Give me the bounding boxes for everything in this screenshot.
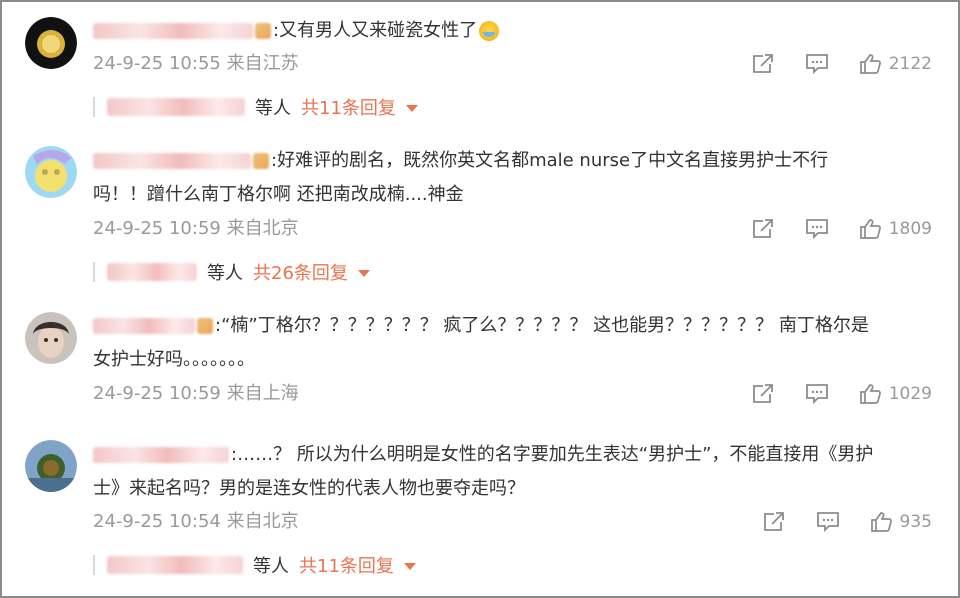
screenshot-frame: [0, 0, 960, 598]
reply-count-link[interactable]: 共26条回复: [253, 259, 348, 285]
reply-username-blurred: [107, 263, 197, 281]
comment-text-line-1: :好难评的剧名，既然你英文名都male nurse了中文名直接男护士不行: [93, 144, 932, 178]
comment-text: :又有男人又来碰瓷女性了: [93, 14, 932, 48]
comment-meta: 24-9-25 10:59 来自上海: [93, 383, 299, 404]
comment-meta: 24-9-25 10:55 来自江苏: [93, 53, 299, 74]
thumbs-up-icon: [859, 54, 881, 74]
comment-actions: 935: [732, 510, 932, 534]
reply-count-link[interactable]: 共11条回复: [299, 552, 394, 578]
like-button[interactable]: 935: [870, 511, 932, 533]
comment-text-line-2: 女护士好吗。。。。。。。: [93, 349, 255, 370]
comment-button[interactable]: [805, 218, 829, 240]
user-badge: [197, 318, 213, 334]
reply-divider: [93, 97, 95, 117]
comment-icon: [805, 54, 828, 75]
avatar[interactable]: [25, 17, 77, 69]
reply-summary[interactable]: 等人 共11条回复: [93, 95, 418, 119]
comment-meta: 24-9-25 10:54 来自北京: [93, 511, 299, 532]
reply-etc-label: 等人: [253, 556, 289, 577]
share-icon: [763, 512, 784, 531]
user-badge: [255, 23, 271, 39]
reply-username-blurred: [107, 556, 243, 574]
reply-divider: [93, 555, 95, 575]
share-button[interactable]: [751, 53, 775, 75]
reply-summary[interactable]: 等人 共26条回复: [93, 260, 370, 284]
comment-icon: [805, 384, 828, 405]
reply-username-blurred: [107, 98, 245, 116]
thumbs-up-icon: [859, 384, 881, 404]
reply-summary[interactable]: 等人 共11条回复: [93, 553, 416, 577]
thumbs-up-icon: [859, 219, 881, 239]
share-button[interactable]: [751, 383, 775, 405]
username-blurred[interactable]: [93, 153, 251, 169]
like-count: 2122: [888, 54, 932, 74]
comment-actions: 1029: [721, 382, 932, 406]
chevron-down-icon[interactable]: [405, 104, 418, 112]
like-count: 1029: [888, 384, 932, 404]
comment-meta: 24-9-25 10:59 来自北京: [93, 218, 299, 239]
comment-actions: 2122: [721, 52, 932, 76]
like-button[interactable]: 1029: [859, 383, 932, 405]
share-icon: [752, 54, 773, 73]
share-button[interactable]: [762, 511, 786, 533]
like-count: 935: [899, 512, 932, 532]
comment-button[interactable]: [816, 511, 840, 533]
username-blurred[interactable]: [93, 23, 253, 39]
thumbs-up-icon: [870, 512, 892, 532]
share-icon: [752, 219, 773, 238]
comment-text-line-1: :“楠”丁格尔？？？？？？？ 疯了么？？？？？ 这也能男？？？？？？ 南丁格尔是: [93, 309, 932, 343]
username-blurred[interactable]: [93, 447, 229, 463]
avatar[interactable]: [25, 440, 77, 492]
share-button[interactable]: [751, 218, 775, 240]
avatar[interactable]: [25, 146, 77, 198]
comment-button[interactable]: [805, 383, 829, 405]
comment-actions: 1809: [721, 217, 932, 241]
username-blurred[interactable]: [93, 318, 195, 334]
comment-icon: [816, 512, 839, 533]
comment-icon: [805, 219, 828, 240]
share-icon: [752, 384, 773, 403]
comment-text-line-1: :……？ 所以为什么明明是女性的名字要加先生表达“男护士”，不能直接用《男护: [93, 438, 932, 472]
comment-text-line-2: 吗！！蹭什么南丁格尔啊 还把南改成楠....神金: [93, 184, 464, 205]
reply-count-link[interactable]: 共11条回复: [301, 94, 396, 120]
like-button[interactable]: 2122: [859, 53, 932, 75]
chevron-down-icon[interactable]: [403, 562, 416, 570]
comment-text-line-2: 士》来起名吗？男的是连女性的代表人物也要夺走吗？: [93, 478, 525, 499]
chevron-down-icon[interactable]: [357, 269, 370, 277]
avatar[interactable]: [25, 312, 77, 364]
reply-divider: [93, 262, 95, 282]
like-button[interactable]: 1809: [859, 218, 932, 240]
like-count: 1809: [888, 219, 932, 239]
comment-button[interactable]: [805, 53, 829, 75]
user-badge: [253, 153, 269, 169]
reply-etc-label: 等人: [255, 98, 291, 119]
reply-etc-label: 等人: [207, 263, 243, 284]
crying-laughing-emoji-icon: [479, 21, 500, 41]
